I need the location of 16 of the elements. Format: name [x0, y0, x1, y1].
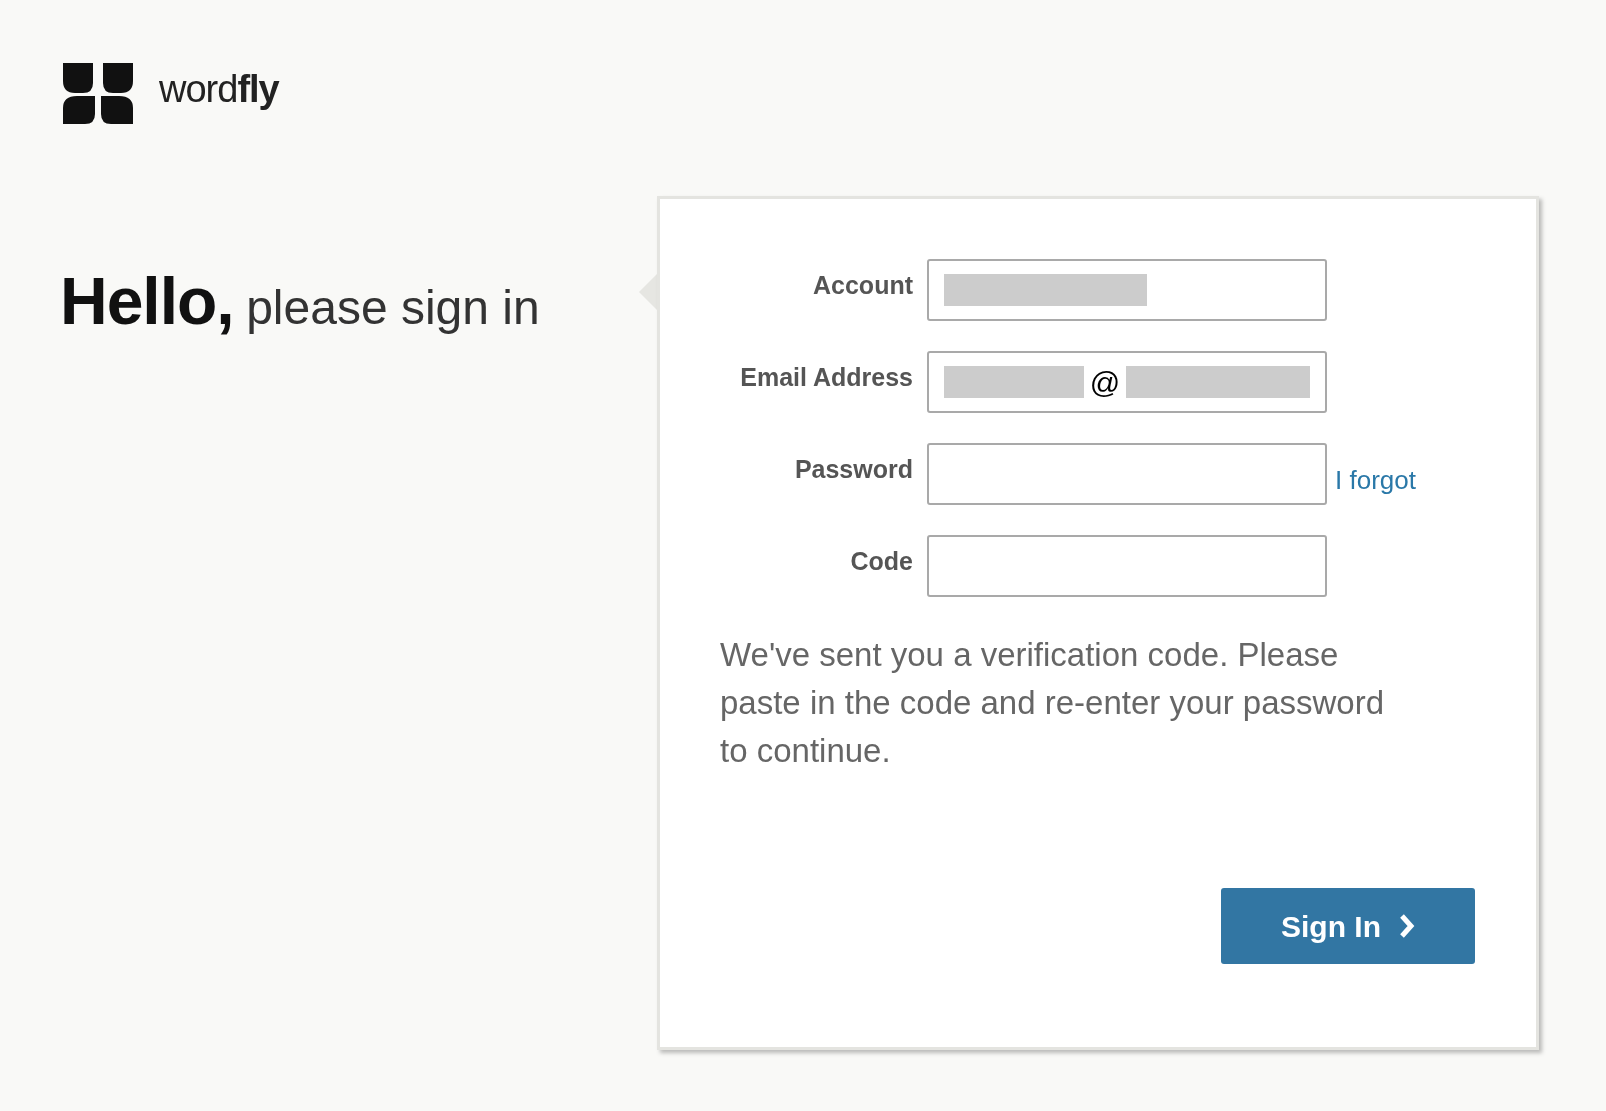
field-label: Email Address — [739, 362, 914, 393]
sign-in-button[interactable]: Sign In — [1221, 888, 1475, 964]
input-field[interactable] — [927, 259, 1327, 321]
butterfly-logo-icon — [63, 63, 133, 124]
forgot-password-link[interactable]: I forgot — [1335, 461, 1416, 500]
brand-name: wordfly — [159, 67, 279, 112]
verification-message: We've sent you a verification code. Please paste in the code and re-enter your password to continue. — [720, 635, 1386, 771]
input-field[interactable] — [927, 535, 1327, 597]
input-field[interactable]: @ — [927, 351, 1327, 413]
field-label: Code — [849, 546, 914, 577]
field-label: Password — [793, 454, 914, 485]
field-label: Account — [812, 270, 914, 301]
page-heading: Hello, please sign in — [60, 263, 540, 340]
at-sign: @ — [1089, 364, 1121, 401]
chevron-right-icon — [1399, 913, 1415, 939]
input-field[interactable] — [927, 443, 1327, 505]
